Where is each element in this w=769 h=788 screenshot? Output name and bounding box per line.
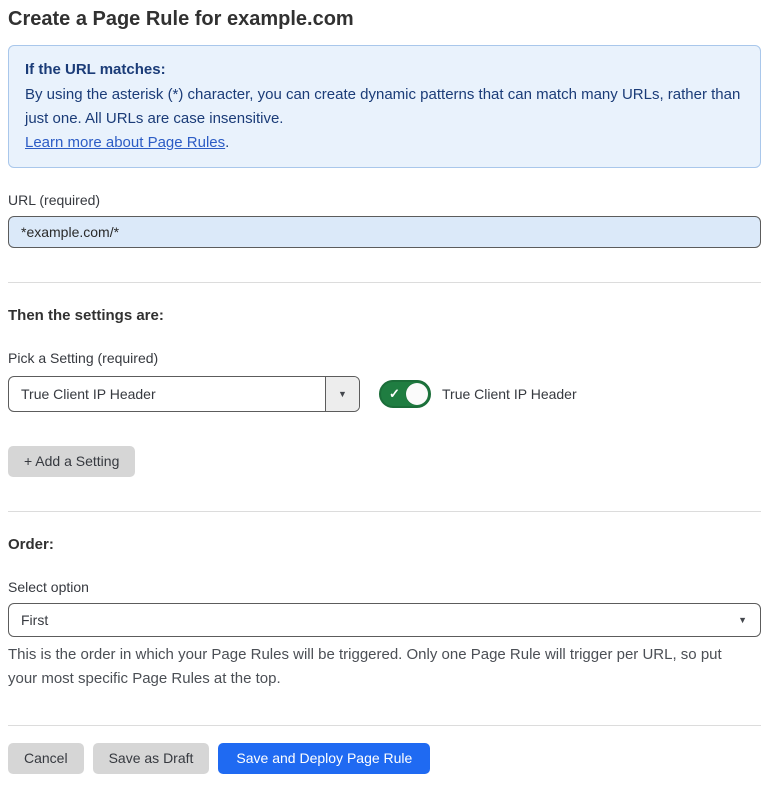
order-section-heading: Order:: [8, 535, 761, 555]
cancel-button[interactable]: Cancel: [8, 743, 84, 774]
divider: [8, 511, 761, 512]
setting-dropdown-value: True Client IP Header: [9, 377, 325, 411]
save-and-deploy-button[interactable]: Save and Deploy Page Rule: [218, 743, 430, 774]
info-box-body: By using the asterisk (*) character, you…: [25, 83, 744, 131]
settings-section-heading: Then the settings are:: [8, 306, 761, 326]
save-as-draft-button[interactable]: Save as Draft: [93, 743, 210, 774]
order-help-text: This is the order in which your Page Rul…: [8, 643, 748, 691]
divider: [8, 725, 761, 726]
order-select-value: First: [21, 612, 48, 628]
setting-row: True Client IP Header ▼ ✓ True Client IP…: [8, 376, 761, 412]
url-input[interactable]: [8, 216, 761, 248]
setting-dropdown-caret-button[interactable]: ▼: [325, 377, 359, 411]
divider: [8, 282, 761, 283]
chevron-down-icon: ▼: [738, 615, 747, 625]
pick-setting-label: Pick a Setting (required): [8, 349, 761, 367]
add-setting-button[interactable]: + Add a Setting: [8, 446, 135, 477]
order-select[interactable]: First ▼: [8, 603, 761, 637]
chevron-down-icon: ▼: [338, 389, 347, 399]
link-suffix: .: [225, 134, 229, 151]
info-box-link-line: Learn more about Page Rules.: [25, 131, 744, 155]
select-option-label: Select option: [8, 578, 761, 596]
true-client-ip-toggle[interactable]: ✓: [379, 380, 431, 408]
url-match-info-box: If the URL matches: By using the asteris…: [8, 45, 761, 168]
setting-dropdown[interactable]: True Client IP Header ▼: [8, 376, 360, 412]
learn-more-link[interactable]: Learn more about Page Rules: [25, 134, 225, 151]
page-title: Create a Page Rule for example.com: [8, 6, 761, 32]
toggle-label: True Client IP Header: [442, 386, 577, 402]
url-field-label: URL (required): [8, 191, 761, 209]
footer-button-row: Cancel Save as Draft Save and Deploy Pag…: [8, 743, 761, 774]
info-box-heading: If the URL matches:: [25, 58, 744, 82]
check-icon: ✓: [389, 387, 400, 400]
toggle-knob: [406, 383, 428, 405]
